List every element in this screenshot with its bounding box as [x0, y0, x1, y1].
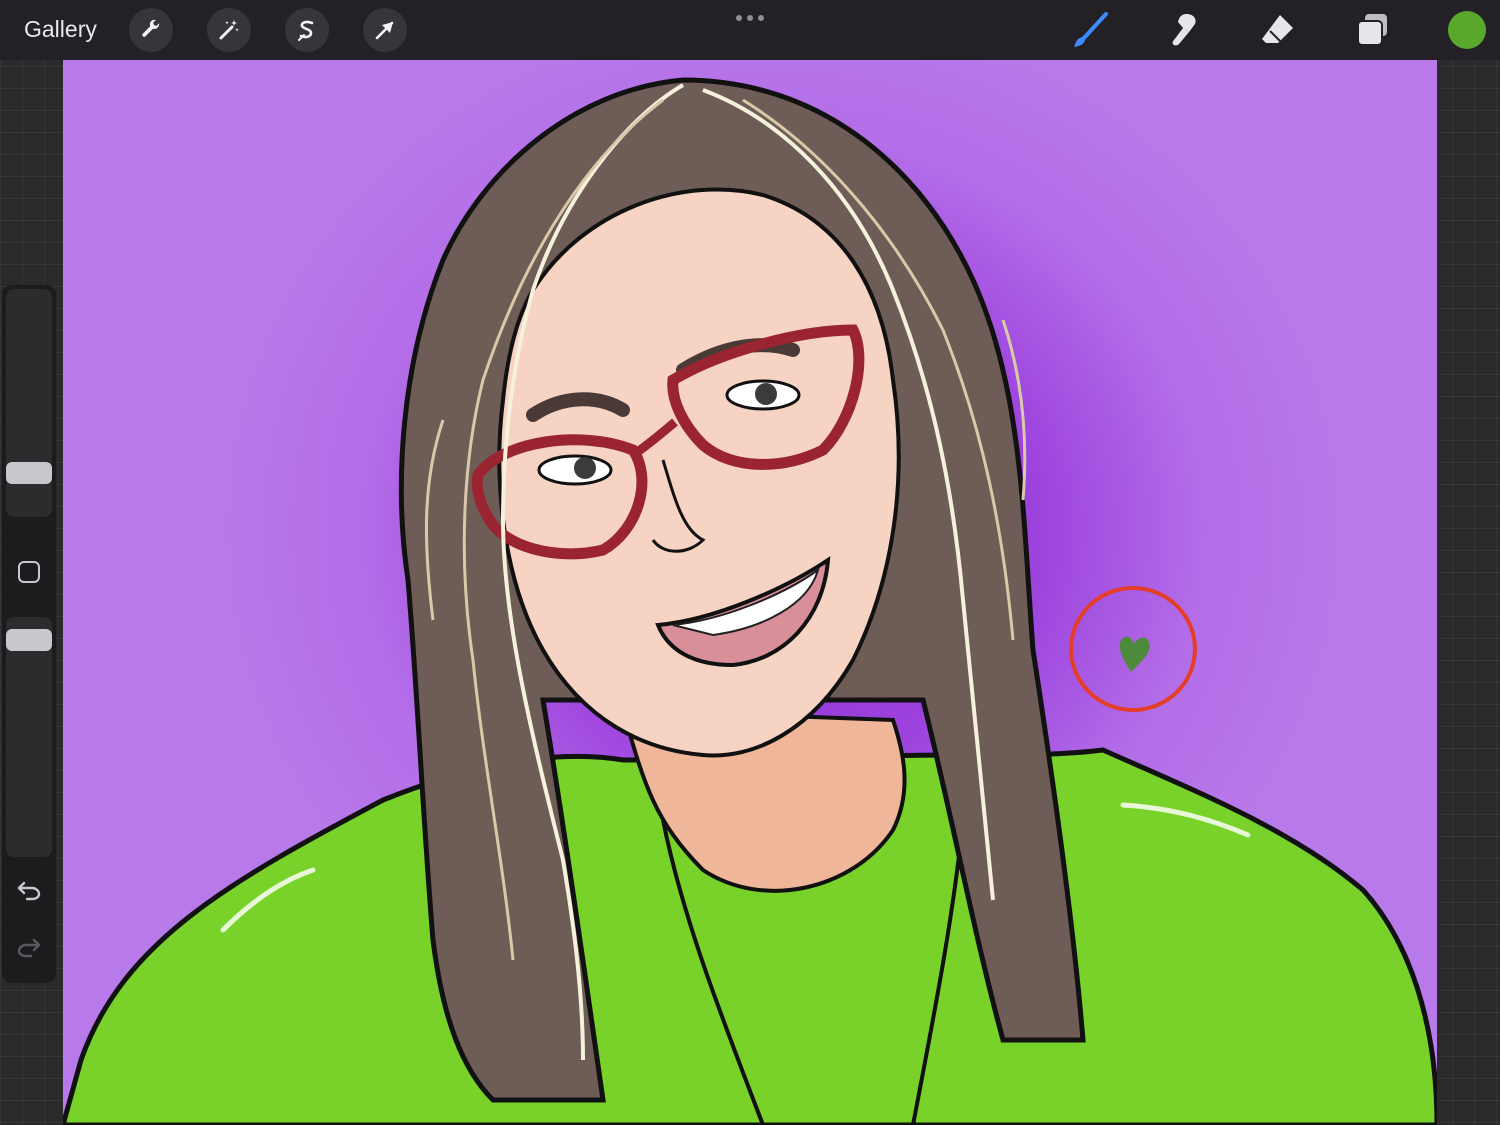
smudge-button[interactable]	[1163, 10, 1203, 50]
actions-button[interactable]	[129, 8, 173, 52]
highlight-circle	[1069, 586, 1197, 712]
redo-icon	[17, 938, 41, 958]
left-sidebar	[2, 285, 56, 983]
brush-icon	[1074, 12, 1108, 47]
brush-opacity-slider[interactable]	[6, 617, 52, 857]
modify-button[interactable]	[15, 558, 43, 586]
adjustments-button[interactable]	[207, 8, 251, 52]
portrait-illustration	[63, 77, 1437, 1125]
top-toolbar: Gallery	[0, 0, 1500, 60]
undo-button[interactable]	[15, 876, 43, 904]
layers-button[interactable]	[1353, 10, 1393, 50]
brush-opacity-thumb[interactable]	[6, 629, 52, 651]
brush-size-thumb[interactable]	[6, 462, 52, 484]
eraser-icon	[1262, 15, 1293, 43]
layers-icon	[1357, 14, 1387, 46]
redo-button[interactable]	[15, 933, 43, 961]
smudge-icon	[1172, 14, 1196, 46]
magic-wand-icon	[219, 20, 239, 40]
modify-square-icon	[18, 561, 40, 583]
wrench-icon	[142, 19, 160, 37]
eraser-button[interactable]	[1258, 10, 1298, 50]
transform-button[interactable]	[363, 8, 407, 52]
undo-icon	[17, 881, 41, 901]
more-dots-icon[interactable]	[733, 8, 767, 28]
selection-s-icon	[298, 20, 314, 41]
gallery-button[interactable]: Gallery	[24, 16, 97, 43]
color-swatch[interactable]	[1448, 11, 1486, 49]
move-arrow-icon	[375, 21, 394, 40]
brush-button[interactable]	[1070, 10, 1110, 50]
drawing-canvas[interactable]	[63, 60, 1437, 1125]
selection-button[interactable]	[285, 8, 329, 52]
